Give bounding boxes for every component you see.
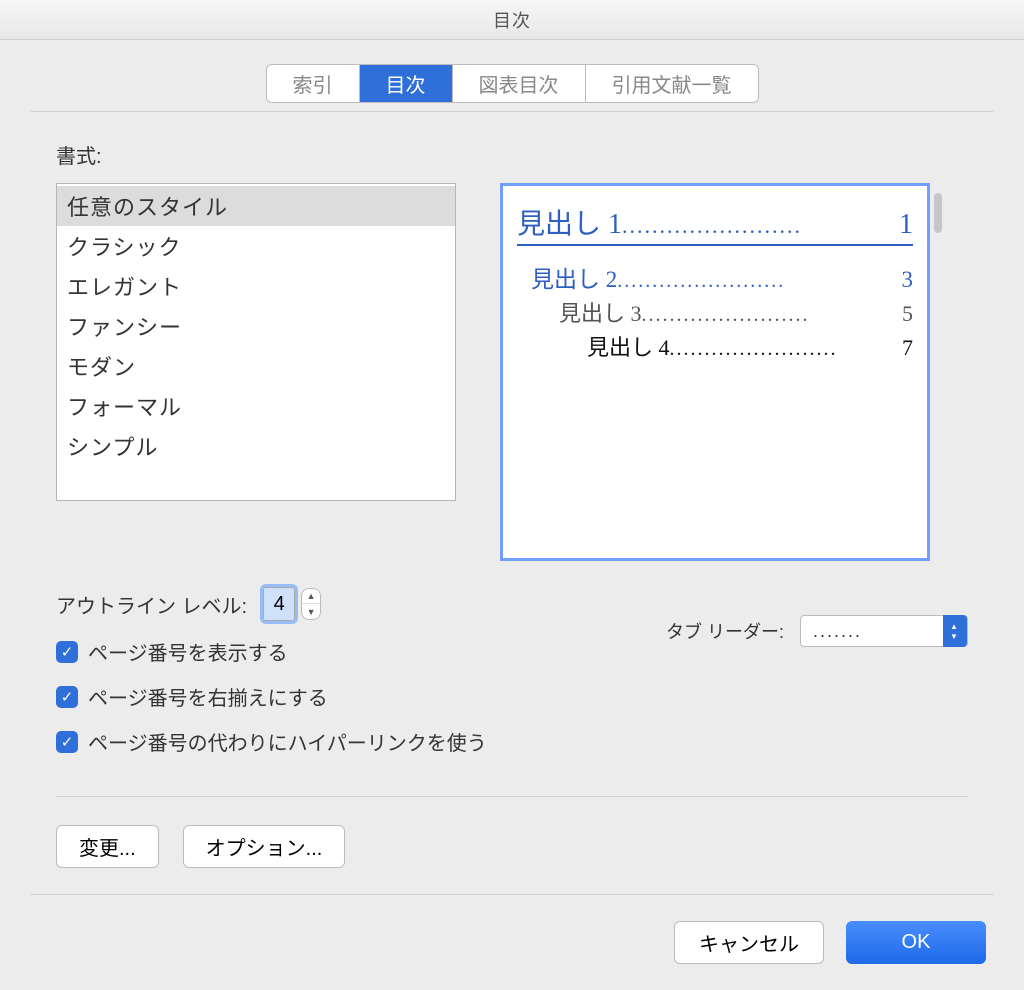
- outline-level-input[interactable]: [263, 587, 295, 621]
- format-list[interactable]: 任意のスタイル クラシック エレガント ファンシー モダン フォーマル シンプル: [56, 183, 456, 501]
- outline-level-label: アウトライン レベル:: [56, 590, 247, 619]
- format-label: 書式:: [56, 140, 968, 169]
- checkbox-show-pages[interactable]: ✓: [56, 641, 78, 663]
- checkbox-right-align[interactable]: ✓: [56, 686, 78, 708]
- format-item-elegant[interactable]: エレガント: [57, 266, 455, 306]
- modify-button[interactable]: 変更...: [56, 825, 159, 868]
- divider: [56, 796, 968, 797]
- cancel-button[interactable]: キャンセル: [674, 921, 824, 964]
- preview-line-1: 見出し 1 ........................ 1: [517, 202, 913, 246]
- checkbox-show-pages-label: ページ番号を表示する: [88, 637, 288, 666]
- options-button[interactable]: オプション...: [183, 825, 346, 868]
- format-item-formal[interactable]: フォーマル: [57, 386, 455, 426]
- preview-line-4: 見出し 4 ........................ 7: [587, 330, 913, 362]
- tab-toc[interactable]: 目次: [360, 65, 453, 102]
- format-item-fancy[interactable]: ファンシー: [57, 306, 455, 346]
- stepper-up-icon[interactable]: ▲: [302, 589, 320, 604]
- ok-button[interactable]: OK: [846, 921, 986, 964]
- tab-leader-select[interactable]: ....... ▲▼: [800, 615, 968, 647]
- tab-index[interactable]: 索引: [267, 65, 360, 102]
- format-item-simple[interactable]: シンプル: [57, 426, 455, 466]
- tab-bibliography[interactable]: 引用文献一覧: [586, 65, 758, 102]
- outline-level-stepper[interactable]: ▲ ▼: [301, 588, 321, 620]
- format-item-classic[interactable]: クラシック: [57, 226, 455, 266]
- window-title: 目次: [493, 7, 531, 33]
- tab-leader-label: タブ リーダー:: [666, 618, 784, 644]
- preview-pane: 見出し 1 ........................ 1 見出し 2 .…: [500, 183, 930, 561]
- checkbox-hyperlink-label: ページ番号の代わりにハイパーリンクを使う: [88, 727, 487, 756]
- preview-line-3: 見出し 3 ........................ 5: [559, 296, 913, 328]
- window-titlebar: 目次: [0, 0, 1024, 40]
- format-item-modern[interactable]: モダン: [57, 346, 455, 386]
- preview-scrollbar[interactable]: [934, 193, 942, 233]
- stepper-down-icon[interactable]: ▼: [302, 604, 320, 619]
- tab-leader-value: .......: [813, 621, 862, 642]
- checkbox-hyperlink[interactable]: ✓: [56, 731, 78, 753]
- select-arrows-icon[interactable]: ▲▼: [943, 615, 967, 647]
- tab-figure-toc[interactable]: 図表目次: [453, 65, 586, 102]
- toc-panel: 書式: 任意のスタイル クラシック エレガント ファンシー モダン フォーマル …: [30, 111, 994, 895]
- tab-bar: 索引 目次 図表目次 引用文献一覧: [266, 64, 759, 103]
- checkbox-right-align-label: ページ番号を右揃えにする: [88, 682, 328, 711]
- format-item-custom[interactable]: 任意のスタイル: [57, 186, 455, 226]
- preview-line-2: 見出し 2 ........................ 3: [531, 260, 913, 294]
